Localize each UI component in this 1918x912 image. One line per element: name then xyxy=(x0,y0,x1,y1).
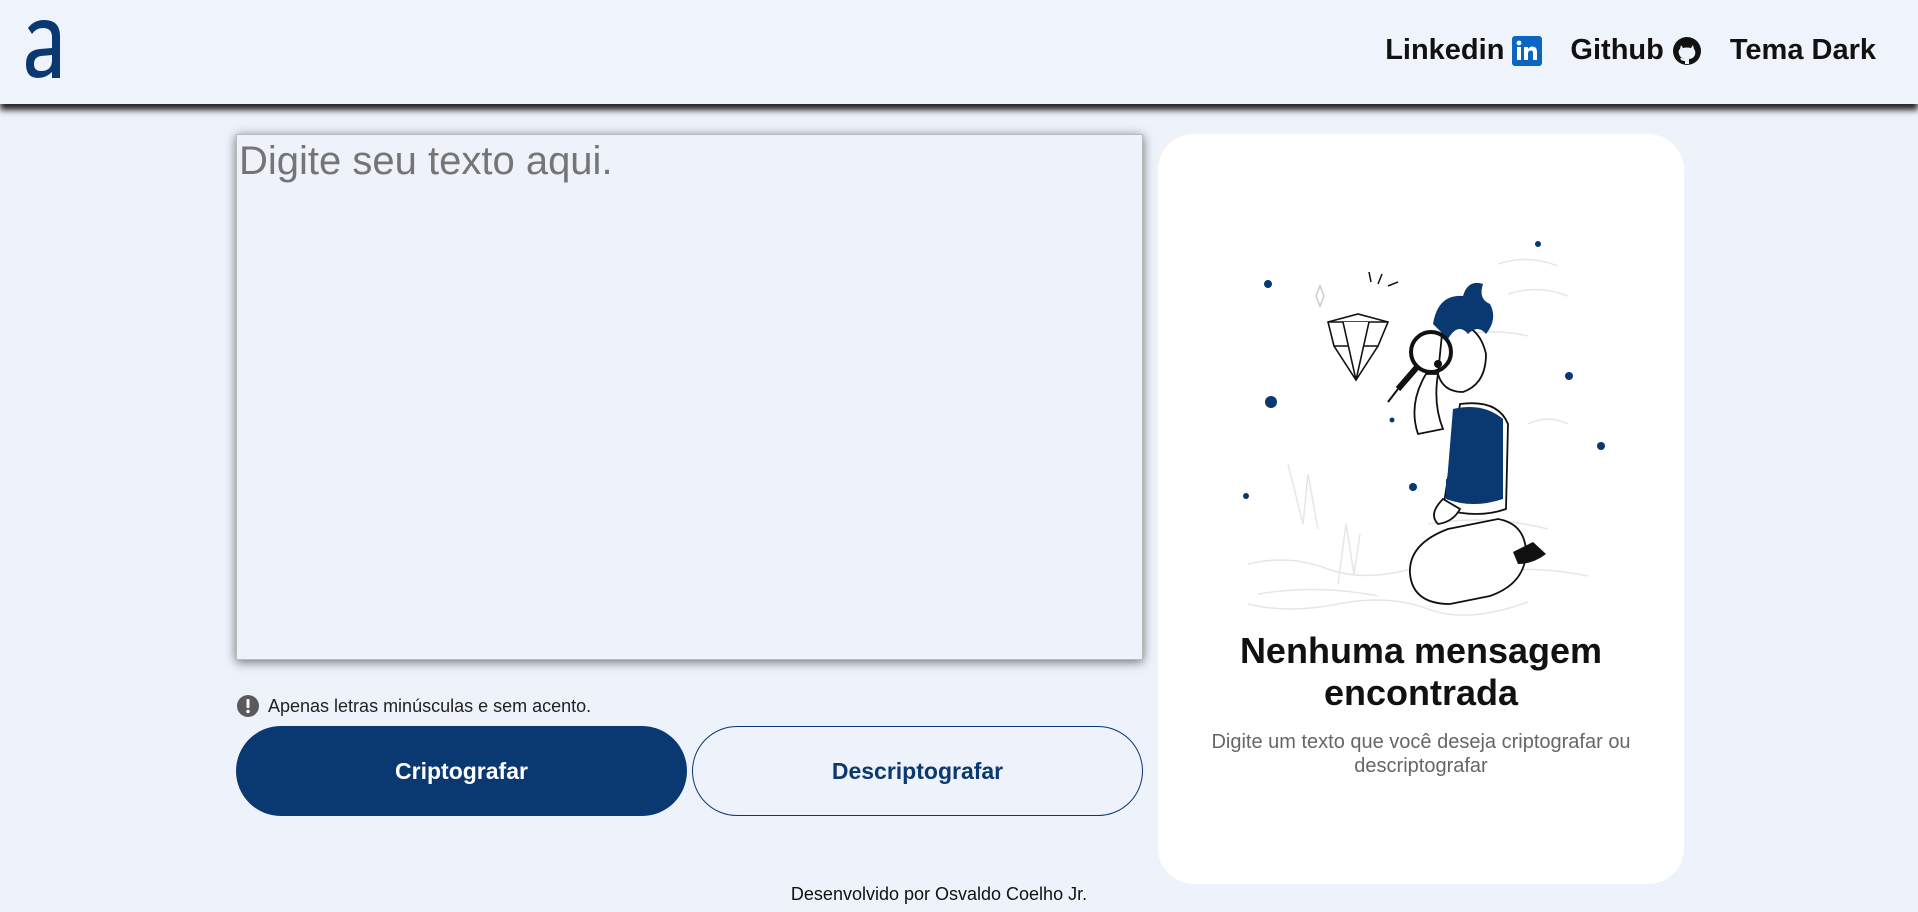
decrypt-button[interactable]: Descriptografar xyxy=(692,726,1143,816)
github-link[interactable]: Github xyxy=(1570,34,1701,67)
footer-credit: Desenvolvido por Osvaldo Coelho Jr. xyxy=(790,884,1088,904)
linkedin-icon xyxy=(1512,35,1543,66)
empty-state-title: Nenhuma mensagem encontrada xyxy=(1239,630,1603,713)
hint-text: Apenas letras minúsculas e sem acento. xyxy=(268,695,592,716)
person-with-magnifier-illustration xyxy=(1243,241,1605,616)
output-panel: Nenhuma mensagem encontrada Digite um te… xyxy=(1158,134,1684,884)
exclamation-circle-icon xyxy=(237,695,259,717)
linkedin-label: Linkedin xyxy=(1385,34,1505,66)
theme-toggle[interactable]: Tema Dark xyxy=(1730,34,1876,67)
encrypt-button[interactable]: Criptografar xyxy=(236,726,687,816)
input-text-container xyxy=(236,134,1143,660)
github-icon xyxy=(1672,36,1701,65)
empty-state-subtitle: Digite um texto que você deseja criptogr… xyxy=(1211,731,1631,777)
theme-toggle-label: Tema Dark xyxy=(1729,34,1876,66)
linkedin-link[interactable]: Linkedin xyxy=(1385,34,1543,67)
input-hint: Apenas letras minúsculas e sem acento. xyxy=(236,694,591,718)
top-header: Linkedin Github Tema Dark xyxy=(0,0,1918,104)
alura-a-logo-icon[interactable] xyxy=(22,18,64,80)
github-label: Github xyxy=(1570,34,1664,66)
header-nav: Linkedin Github Tema Dark xyxy=(1385,34,1876,67)
input-textarea[interactable] xyxy=(237,135,1142,659)
